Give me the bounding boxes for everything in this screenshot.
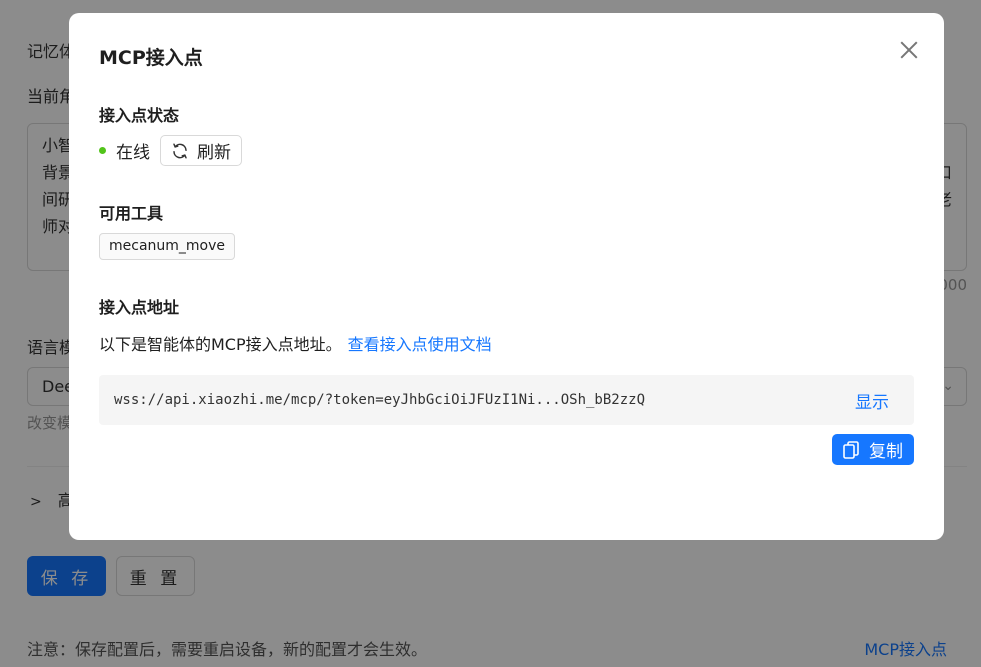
status-section-title: 接入点状态 [99, 106, 180, 125]
doc-link[interactable]: 查看接入点使用文档 [348, 335, 492, 354]
refresh-label: 刷新 [197, 143, 231, 163]
refresh-icon [173, 143, 187, 158]
tool-tag: mecanum_move [99, 233, 236, 260]
online-status-dot [99, 147, 106, 154]
address-section-title: 接入点地址 [99, 298, 180, 317]
mcp-modal: MCP接入点 接入点状态 在线 刷新 可用工具 mecanum_move 接入点… [69, 13, 944, 540]
copy-label: 复制 [869, 442, 903, 462]
modal-title: MCP接入点 [99, 47, 203, 69]
copy-button[interactable]: 复制 [832, 434, 914, 465]
status-row: 在线 刷新 [99, 135, 242, 166]
close-icon[interactable] [898, 39, 920, 61]
show-token-link[interactable]: 显示 [855, 388, 889, 413]
status-text: 在线 [116, 143, 150, 163]
refresh-button[interactable]: 刷新 [160, 135, 242, 166]
address-desc-text: 以下是智能体的MCP接入点地址。 [99, 335, 342, 354]
copy-icon [843, 440, 859, 459]
tools-section-title: 可用工具 [99, 204, 164, 223]
endpoint-url: wss://api.xiaozhi.me/mcp/?token=eyJhbGci… [114, 392, 646, 408]
endpoint-url-box: wss://api.xiaozhi.me/mcp/?token=eyJhbGci… [99, 375, 914, 425]
address-description: 以下是智能体的MCP接入点地址。 查看接入点使用文档 [99, 331, 492, 355]
